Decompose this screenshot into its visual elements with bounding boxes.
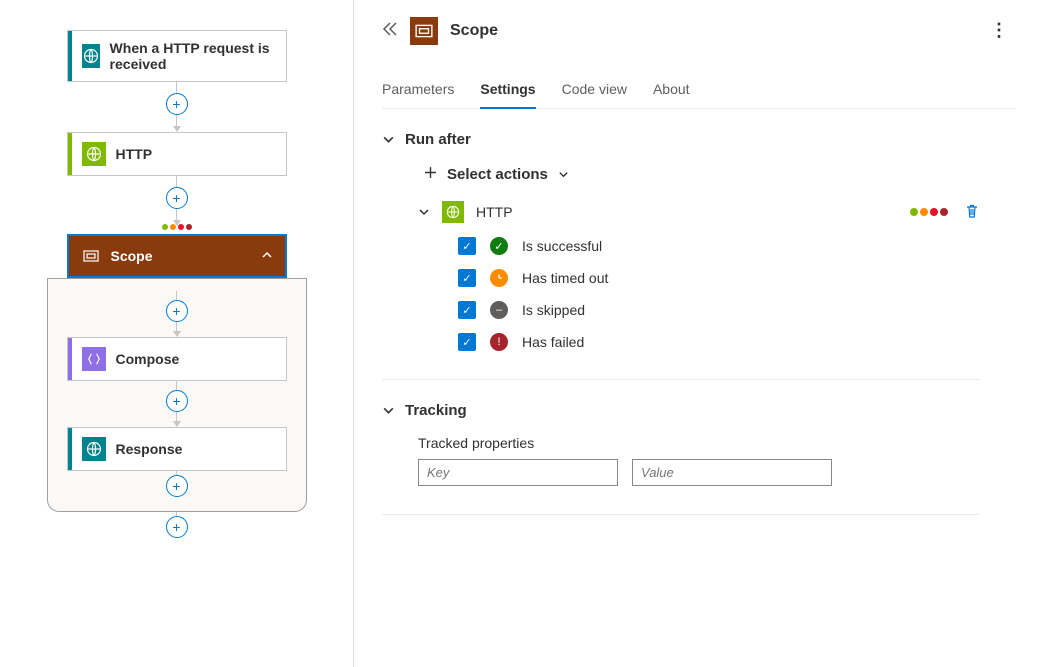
tab-code-view[interactable]: Code view [562,73,627,108]
node-title: Compose [116,351,180,367]
section-divider [382,514,980,515]
status-row: ✓ Has timed out [458,269,980,287]
tracked-value-input[interactable] [632,459,832,486]
delete-button[interactable] [964,203,980,222]
section-divider [382,379,980,380]
tab-parameters[interactable]: Parameters [382,73,454,108]
chevron-down-icon [418,206,430,218]
compose-icon [82,347,106,371]
select-actions-button[interactable]: Select actions [424,166,980,183]
node-title: HTTP [116,146,153,162]
node-title: Scope [111,248,153,264]
checkbox-skipped[interactable]: ✓ [458,301,476,319]
add-step-button[interactable]: + [166,516,188,538]
clock-icon [490,269,508,287]
status-label: Is successful [522,238,602,254]
detail-header: Scope ⋮ [382,16,1016,45]
connector: + [67,176,287,226]
scope-icon [81,246,101,266]
detail-title: Scope [450,22,498,40]
section-title: Tracking [405,402,467,419]
checkbox-successful[interactable]: ✓ [458,237,476,255]
collapse-panel-button[interactable] [382,22,398,39]
run-after-item-title: HTTP [476,204,513,220]
globe-icon [82,44,100,68]
connector: + [67,82,287,132]
add-step-button[interactable]: + [166,475,188,497]
more-options-button[interactable]: ⋮ [982,16,1016,45]
scope-icon [410,17,438,45]
node-title: When a HTTP request is received [110,40,276,72]
section-title: Run after [405,131,471,148]
section-run-after: Run after Select actions HTTP [382,131,1016,380]
status-row: ✓ – Is skipped [458,301,980,319]
checkbox-failed[interactable]: ✓ [458,333,476,351]
connector: + [67,291,287,337]
success-icon: ✓ [490,237,508,255]
tab-about[interactable]: About [653,73,690,108]
chevron-down-icon [382,133,395,146]
scope-container: + Compose + [47,278,307,512]
tracked-key-input[interactable] [418,459,618,486]
node-compose[interactable]: Compose [67,337,287,381]
add-step-button[interactable]: + [166,300,188,322]
status-row: ✓ ✓ Is successful [458,237,980,255]
workflow-canvas: When a HTTP request is received + HTTP + [0,0,354,667]
status-indicator-dots [910,208,948,216]
status-list: ✓ ✓ Is successful ✓ Has timed out ✓ – Is… [458,237,980,351]
add-step-button[interactable]: + [166,187,188,209]
node-trigger[interactable]: When a HTTP request is received [67,30,287,82]
plus-icon [424,166,437,183]
globe-icon [82,437,106,461]
add-step-button[interactable]: + [166,93,188,115]
tabs: Parameters Settings Code view About [382,73,1016,109]
node-response[interactable]: Response [67,427,287,471]
node-http[interactable]: HTTP [67,132,287,176]
run-after-item-http[interactable]: HTTP [418,201,980,223]
minus-icon: – [490,301,508,319]
section-tracking: Tracking Tracked properties [382,402,1016,515]
globe-icon [82,142,106,166]
status-row: ✓ ! Has failed [458,333,980,351]
connector: + [67,471,287,503]
globe-icon [442,201,464,223]
section-header-tracking[interactable]: Tracking [382,402,980,419]
status-label: Is skipped [522,302,585,318]
error-icon: ! [490,333,508,351]
node-title: Response [116,441,183,457]
status-label: Has failed [522,334,584,350]
add-step-button[interactable]: + [166,390,188,412]
status-label: Has timed out [522,270,608,286]
connector: + [47,512,307,544]
detail-panel: Scope ⋮ Parameters Settings Code view Ab… [354,0,1044,667]
tab-settings[interactable]: Settings [480,73,535,109]
chevron-down-icon [558,169,569,180]
chevron-down-icon [382,404,395,417]
checkbox-timedout[interactable]: ✓ [458,269,476,287]
chevron-up-icon [261,248,273,264]
node-scope-header[interactable]: Scope [67,234,287,278]
section-header-run-after[interactable]: Run after [382,131,980,148]
tracked-properties-label: Tracked properties [418,435,980,451]
connector: + [67,381,287,427]
app-root: When a HTTP request is received + HTTP + [0,0,1044,667]
